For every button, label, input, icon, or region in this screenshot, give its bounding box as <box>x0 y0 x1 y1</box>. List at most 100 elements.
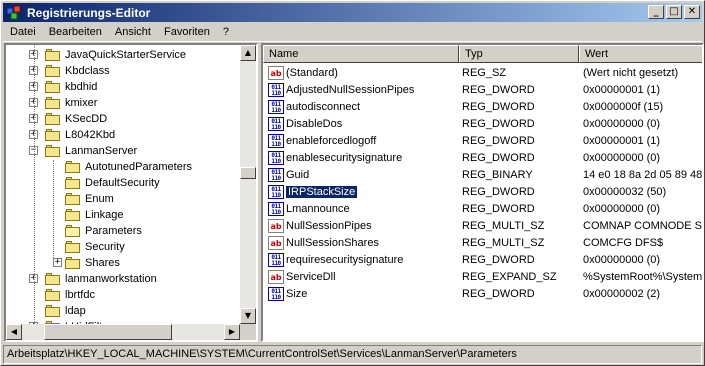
tree-vertical-scrollbar[interactable]: ▲ ▼ <box>240 45 256 324</box>
value-type: REG_DWORD <box>462 254 535 266</box>
close-button[interactable]: ✕ <box>684 5 700 19</box>
tree-item[interactable]: AutotunedParameters <box>6 159 242 175</box>
binary-value-icon: 011 110 <box>268 117 284 131</box>
value-row[interactable]: 011 110 autodisconnect REG_DWORD 0x0000000f… <box>263 99 702 116</box>
tree-item[interactable]: Security <box>6 239 242 255</box>
menu-datei[interactable]: Datei <box>3 26 42 38</box>
tree-item-label: ldap <box>65 305 86 317</box>
tree-scroll-down-button[interactable]: ▼ <box>240 308 256 324</box>
value-row[interactable]: 011 110 Lmannounce REG_DWORD 0x00000000 (0) <box>263 201 702 218</box>
binary-value-icon: 011 110 <box>268 134 284 148</box>
values-list-pane[interactable]: Name Typ Wert ab (Standard) REG_SZ (Wert ni… <box>261 43 704 342</box>
value-type: REG_DWORD <box>462 101 535 113</box>
column-header-type[interactable]: Typ <box>459 45 579 63</box>
tree-item[interactable]: + JavaQuickStarterService <box>6 47 242 63</box>
folder-icon <box>45 64 61 77</box>
menu-favoriten[interactable]: Favoriten <box>157 26 216 38</box>
tree-item[interactable]: Linkage <box>6 207 242 223</box>
folder-open-icon <box>65 224 81 237</box>
value-row[interactable]: 011 110 requiresecuritysignature REG_DWORD… <box>263 252 702 269</box>
maximize-button[interactable]: □ <box>666 5 682 19</box>
tree-item-label: Linkage <box>85 209 124 221</box>
key-tree-pane[interactable]: + JavaQuickStarterService + Kbdclass + kbdhid… <box>4 43 258 342</box>
value-data: 14 e0 18 8a 2d 05 89 48 <box>583 169 702 181</box>
binary-value-icon: 011 110 <box>268 83 284 97</box>
value-row[interactable]: ab (Standard) REG_SZ (Wert nicht gesetzt) <box>263 65 702 82</box>
tree-horizontal-scrollbar[interactable]: ◀ ▶ <box>6 324 240 340</box>
binary-value-icon: 011 110 <box>268 185 284 199</box>
value-row[interactable]: ab NullSessionPipes REG_MULTI_SZ COMNAP COM… <box>263 218 702 235</box>
folder-icon <box>45 128 61 141</box>
tree-item[interactable]: + kmixer <box>6 95 242 111</box>
tree-item[interactable]: + Shares <box>6 255 242 271</box>
value-name: AdjustedNullSessionPipes <box>286 84 415 96</box>
expand-icon[interactable]: + <box>53 258 62 267</box>
value-type: REG_DWORD <box>462 135 535 147</box>
column-header-name[interactable]: Name <box>263 45 459 63</box>
tree-scroll-right-button[interactable]: ▶ <box>224 324 240 340</box>
tree-guide-line <box>34 45 35 326</box>
value-name: (Standard) <box>286 67 338 79</box>
tree-scroll-up-button[interactable]: ▲ <box>240 45 256 61</box>
string-value-icon: ab <box>268 270 284 284</box>
folder-icon <box>65 208 81 221</box>
binary-value-icon: 011 110 <box>268 287 284 301</box>
value-row[interactable]: 011 110 Guid REG_BINARY 14 e0 18 8a 2d 05 8… <box>263 167 702 184</box>
value-row[interactable]: 011 110 IRPStackSize REG_DWORD 0x00000032 (… <box>263 184 702 201</box>
close-icon: ✕ <box>687 6 697 17</box>
tree-item-label: L8042Kbd <box>65 129 116 141</box>
value-data: 0x0000000f (15) <box>583 101 664 113</box>
tree-vertical-thumb[interactable] <box>240 167 256 179</box>
value-name: enablesecuritysignature <box>286 152 403 164</box>
value-name: Guid <box>286 169 310 181</box>
value-type: REG_DWORD <box>462 288 535 300</box>
tree-item-label: LanmanServer <box>65 145 138 157</box>
value-row[interactable]: ab NullSessionShares REG_MULTI_SZ COMCFG DF… <box>263 235 702 252</box>
tree-item[interactable]: Enum <box>6 191 242 207</box>
registry-editor-icon[interactable] <box>6 5 22 21</box>
folder-icon <box>45 272 61 285</box>
tree-item[interactable]: + kbdhid <box>6 79 242 95</box>
tree-item[interactable]: ldap <box>6 303 242 319</box>
tree-item[interactable]: − LanmanServer <box>6 143 242 159</box>
value-row[interactable]: 011 110 enableforcedlogoff REG_DWORD 0x0000… <box>263 133 702 150</box>
tree-item[interactable]: + L8042Kbd <box>6 127 242 143</box>
value-row[interactable]: 011 110 enablesecuritysignature REG_DWORD 0… <box>263 150 702 167</box>
tree-item-label: lbrtfdc <box>65 289 95 301</box>
tree-item-label: kbdhid <box>65 81 98 93</box>
value-type: REG_DWORD <box>462 152 535 164</box>
value-row[interactable]: ab ServiceDll REG_EXPAND_SZ %SystemRoot%\Sy… <box>263 269 702 286</box>
tree-item-label: JavaQuickStarterService <box>65 49 187 61</box>
value-data: 0x00000002 (2) <box>583 288 661 300</box>
value-data: 0x00000000 (0) <box>583 254 661 266</box>
tree-item[interactable]: lbrtfdc <box>6 287 242 303</box>
title-bar[interactable]: Registrierungs-Editor _ □ ✕ <box>3 3 702 22</box>
tree-horizontal-thumb[interactable] <box>44 324 172 340</box>
binary-value-icon: 011 110 <box>268 100 284 114</box>
tree-item[interactable]: + lanmanworkstation <box>6 271 242 287</box>
folder-icon <box>65 176 81 189</box>
value-row[interactable]: 011 110 Size REG_DWORD 0x00000002 (2) <box>263 286 702 303</box>
window-title: Registrierungs-Editor <box>27 5 151 20</box>
tree-item[interactable]: + KSecDD <box>6 111 242 127</box>
tree-scroll-left-button[interactable]: ◀ <box>6 324 22 340</box>
value-data: %SystemRoot%\System <box>583 271 702 283</box>
list-header: Name Typ Wert <box>263 45 702 63</box>
tree-item-label: Kbdclass <box>65 65 110 77</box>
binary-value-icon: 011 110 <box>268 168 284 182</box>
menu-bar: Datei Bearbeiten Ansicht Favoriten ? <box>3 23 702 42</box>
menu-ansicht[interactable]: Ansicht <box>108 26 157 38</box>
value-name: enableforcedlogoff <box>286 135 377 147</box>
column-header-value[interactable]: Wert <box>579 45 702 63</box>
value-row[interactable]: 011 110 DisableDos REG_DWORD 0x00000000 (0) <box>263 116 702 133</box>
tree-item[interactable]: DefaultSecurity <box>6 175 242 191</box>
value-data: COMNAP COMNODE SQL <box>583 220 702 232</box>
minimize-button[interactable]: _ <box>648 5 664 19</box>
menu-help[interactable]: ? <box>216 26 235 38</box>
tree-item[interactable]: Parameters <box>6 223 242 239</box>
menu-bearbeiten[interactable]: Bearbeiten <box>42 26 108 38</box>
status-bar: Arbeitsplatz\HKEY_LOCAL_MACHINE\SYSTEM\C… <box>3 345 702 364</box>
value-type: REG_SZ <box>462 67 507 79</box>
tree-item[interactable]: + Kbdclass <box>6 63 242 79</box>
value-row[interactable]: 011 110 AdjustedNullSessionPipes REG_DWORD… <box>263 82 702 99</box>
